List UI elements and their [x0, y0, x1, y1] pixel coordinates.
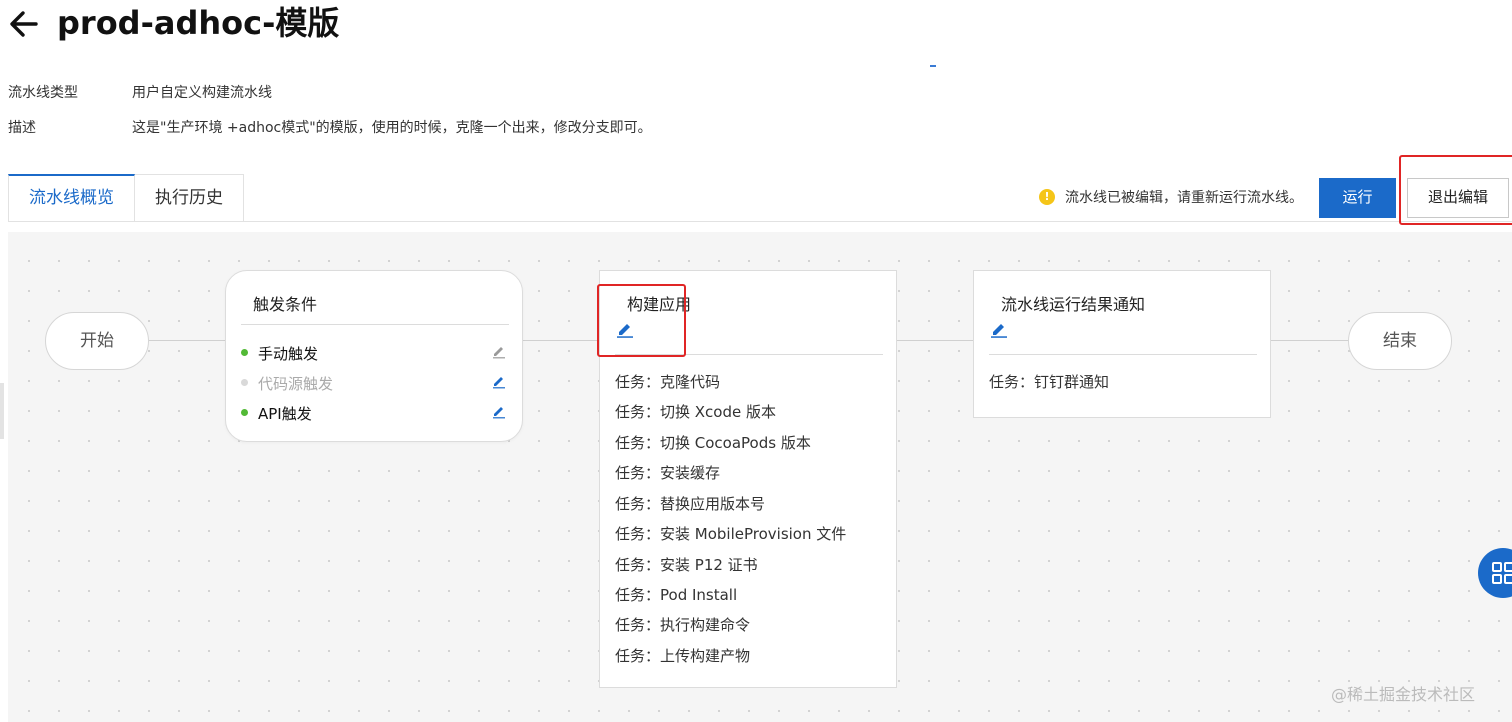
page-header: prod-adhoc-模版 — [0, 0, 1512, 60]
task-item: 任务：安装缓存 — [615, 464, 721, 482]
divider-mark — [930, 65, 936, 67]
connector-line — [149, 340, 225, 341]
card-divider — [989, 354, 1257, 355]
tab-overview[interactable]: 流水线概览 — [8, 174, 135, 222]
trigger-label: 手动触发 — [258, 345, 319, 363]
connector-line — [897, 340, 973, 341]
edit-notice: ! 流水线已被编辑，请重新运行流水线。 — [1039, 186, 1303, 208]
exit-edit-button[interactable]: 退出编辑 — [1407, 178, 1509, 218]
notify-title: 流水线运行结果通知 — [1001, 295, 1146, 314]
build-stage-card[interactable]: 构建应用 任务：克隆代码 任务：切换 Xcode 版本 任务：切换 CocoaP… — [599, 270, 897, 688]
edit-pencil-icon[interactable] — [491, 373, 507, 389]
status-dot — [241, 349, 248, 356]
tab-bar: 流水线概览 执行历史 — [8, 174, 244, 222]
connector-line — [1271, 340, 1349, 341]
status-dot — [241, 379, 248, 386]
edit-pencil-icon[interactable] — [491, 403, 507, 419]
pipeline-canvas: 开始 结束 触发条件 手动触发 代码源触发 API触发 构建应用 任务：克隆代码… — [8, 232, 1512, 722]
trigger-label: 代码源触发 — [258, 375, 334, 393]
connector-line — [523, 340, 599, 341]
task-item: 任务：替换应用版本号 — [615, 495, 766, 513]
task-item: 任务：切换 Xcode 版本 — [615, 403, 776, 421]
warning-icon: ! — [1039, 189, 1055, 205]
status-dot — [241, 409, 248, 416]
card-divider — [615, 354, 883, 355]
meta-value: 用户自定义构建流水线 — [132, 85, 272, 101]
task-item: 任务：钉钉群通知 — [989, 373, 1110, 391]
build-title: 构建应用 — [627, 295, 692, 314]
trigger-stage-card[interactable]: 触发条件 手动触发 代码源触发 API触发 — [225, 270, 523, 442]
task-item: 任务：切换 CocoaPods 版本 — [615, 434, 811, 452]
trigger-label: API触发 — [258, 405, 312, 423]
task-item: 任务：Pod Install — [615, 586, 738, 604]
task-item: 任务：执行构建命令 — [615, 616, 751, 634]
trigger-title: 触发条件 — [253, 295, 318, 314]
trigger-item-code-source: 代码源触发 — [226, 372, 524, 394]
edit-pencil-icon[interactable] — [491, 343, 507, 359]
meta-key: 流水线类型 — [8, 85, 78, 101]
edit-pencil-icon[interactable] — [990, 320, 1008, 338]
meta-row-description: 描述 这是"生产环境 +adhoc模式"的模版，使用的时候，克隆一个出来，修改分支… — [8, 119, 652, 137]
grid-icon — [1492, 562, 1512, 584]
trigger-item-api: API触发 — [226, 402, 524, 424]
edit-pencil-icon[interactable] — [616, 320, 634, 338]
task-item: 任务：安装 MobileProvision 文件 — [615, 525, 847, 543]
notify-stage-card[interactable]: 流水线运行结果通知 任务：钉钉群通知 — [973, 270, 1271, 418]
task-item: 任务：安装 P12 证书 — [615, 556, 758, 574]
meta-row-type: 流水线类型 用户自定义构建流水线 — [8, 84, 272, 102]
trigger-item-manual: 手动触发 — [226, 342, 524, 364]
watermark: @稀土掘金技术社区 — [1331, 685, 1476, 704]
back-arrow-icon[interactable] — [6, 6, 42, 42]
tab-history[interactable]: 执行历史 — [135, 174, 244, 222]
tab-bar-underline — [8, 221, 1512, 222]
sidebar-edge — [0, 383, 4, 439]
task-item: 任务：克隆代码 — [615, 373, 721, 391]
card-divider — [241, 324, 509, 325]
start-node: 开始 — [45, 312, 149, 370]
end-node: 结束 — [1348, 312, 1452, 370]
meta-key: 描述 — [8, 120, 36, 136]
task-item: 任务：上传构建产物 — [615, 647, 751, 665]
page-title: prod-adhoc-模版 — [57, 4, 340, 42]
run-button[interactable]: 运行 — [1319, 178, 1396, 218]
notice-text: 流水线已被编辑，请重新运行流水线。 — [1065, 190, 1303, 206]
meta-value: 这是"生产环境 +adhoc模式"的模版，使用的时候，克隆一个出来，修改分支即可… — [132, 120, 652, 136]
